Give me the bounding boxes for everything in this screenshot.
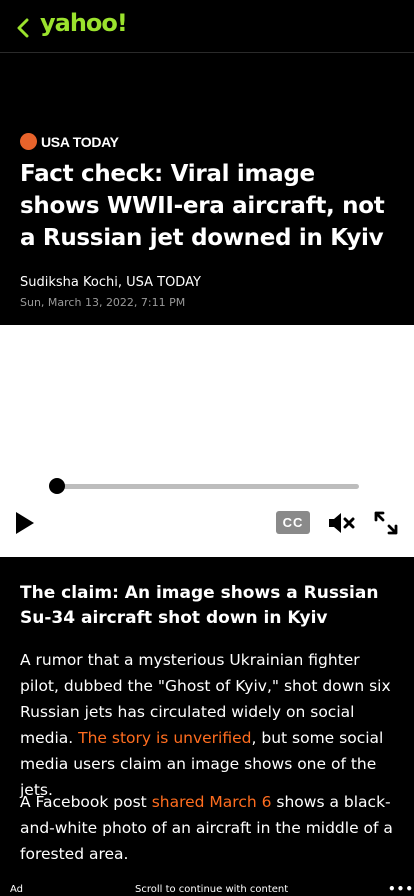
closed-captions-button[interactable]: CC bbox=[276, 511, 310, 534]
video-progress-handle[interactable] bbox=[49, 478, 65, 494]
more-options-button[interactable]: ••• bbox=[388, 882, 414, 896]
article-author: Sudiksha Kochi, USA TODAY bbox=[20, 275, 201, 290]
chevron-left-icon bbox=[17, 18, 29, 38]
yahoo-logo[interactable]: yahoo! bbox=[40, 9, 128, 37]
claim-heading: The claim: An image shows a Russian Su-3… bbox=[20, 583, 379, 628]
ad-label: Ad bbox=[10, 884, 24, 895]
source-name: USA TODAY bbox=[41, 133, 119, 150]
scroll-hint: Scroll to continue with content bbox=[135, 884, 289, 895]
play-button[interactable] bbox=[12, 509, 38, 537]
usa-today-dot-icon bbox=[20, 133, 37, 150]
play-icon bbox=[16, 512, 34, 534]
top-bar: yahoo! bbox=[0, 0, 414, 53]
source-badge[interactable]: USA TODAY bbox=[20, 133, 119, 150]
article-date: Sun, March 13, 2022, 7:11 PM bbox=[20, 296, 186, 309]
back-button[interactable] bbox=[12, 16, 34, 40]
story-unverified-link[interactable]: The story is unverified bbox=[78, 729, 251, 747]
muted-speaker-icon bbox=[329, 513, 355, 533]
article-paragraph-1: A rumor that a mysterious Ukrainian figh… bbox=[20, 647, 398, 803]
ad-footer: Ad Scroll to continue with content ••• bbox=[0, 882, 414, 896]
fullscreen-icon bbox=[374, 511, 398, 535]
fullscreen-button[interactable] bbox=[374, 511, 398, 535]
video-progress-bar[interactable] bbox=[57, 484, 359, 489]
article-paragraph-2: A Facebook post shared March 6 shows a b… bbox=[20, 789, 398, 867]
mute-button[interactable] bbox=[327, 510, 355, 536]
article-title: Fact check: Viral image shows WWII-era a… bbox=[20, 161, 385, 251]
paragraph-text: A Facebook post bbox=[20, 793, 152, 811]
shared-march-6-link[interactable]: shared March 6 bbox=[152, 793, 272, 811]
video-player[interactable]: CC bbox=[0, 325, 414, 557]
